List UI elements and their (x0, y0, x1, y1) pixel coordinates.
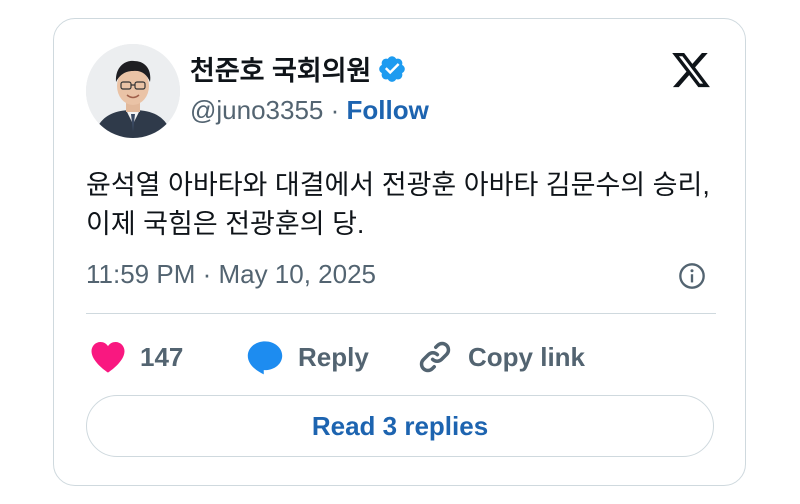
handle-separator: · (330, 95, 340, 125)
tweet-text-line: 이제 국힘은 전광훈의 당. (86, 209, 365, 239)
follow-button[interactable]: Follow (347, 95, 429, 125)
reply-button[interactable]: Reply (246, 337, 369, 377)
author-display-name[interactable]: 천준호 국회의원 (190, 49, 371, 88)
copy-link-button[interactable]: Copy link (416, 337, 585, 377)
like-button[interactable]: 147 (90, 337, 183, 377)
avatar[interactable] (86, 44, 180, 138)
heart-icon (91, 342, 125, 373)
avatar-photo (86, 44, 180, 138)
author-handle-row: @juno3355 · Follow (190, 95, 429, 126)
reply-bubble-icon (247, 341, 283, 375)
read-replies-button[interactable]: Read 3 replies (86, 395, 714, 457)
read-replies-label: Read 3 replies (311, 410, 489, 441)
verified-badge-icon (379, 55, 406, 82)
reply-label: Reply (298, 341, 369, 372)
tweet-text-line: 윤석열 아바타와 대결에서 전광훈 아바타 김문수의 승리, (86, 170, 710, 200)
info-icon[interactable] (678, 262, 706, 290)
tweet-text: 윤석열 아바타와 대결에서 전광훈 아바타 김문수의 승리, 이제 국힘은 전광… (86, 166, 726, 244)
divider (86, 313, 716, 314)
author-name-row[interactable]: 천준호 국회의원 (190, 49, 407, 88)
like-count: 147 (140, 341, 184, 372)
tweet-timestamp[interactable]: 11:59 PM · May 10, 2025 (86, 259, 376, 290)
tweet-card: 천준호 국회의원 @juno3355 · Follow 윤석열 아바타와 대결에… (53, 18, 746, 486)
x-logo-icon[interactable] (668, 49, 714, 91)
copy-link-label: Copy link (468, 341, 586, 372)
author-handle[interactable]: @juno3355 (190, 95, 323, 125)
link-icon (419, 341, 451, 373)
